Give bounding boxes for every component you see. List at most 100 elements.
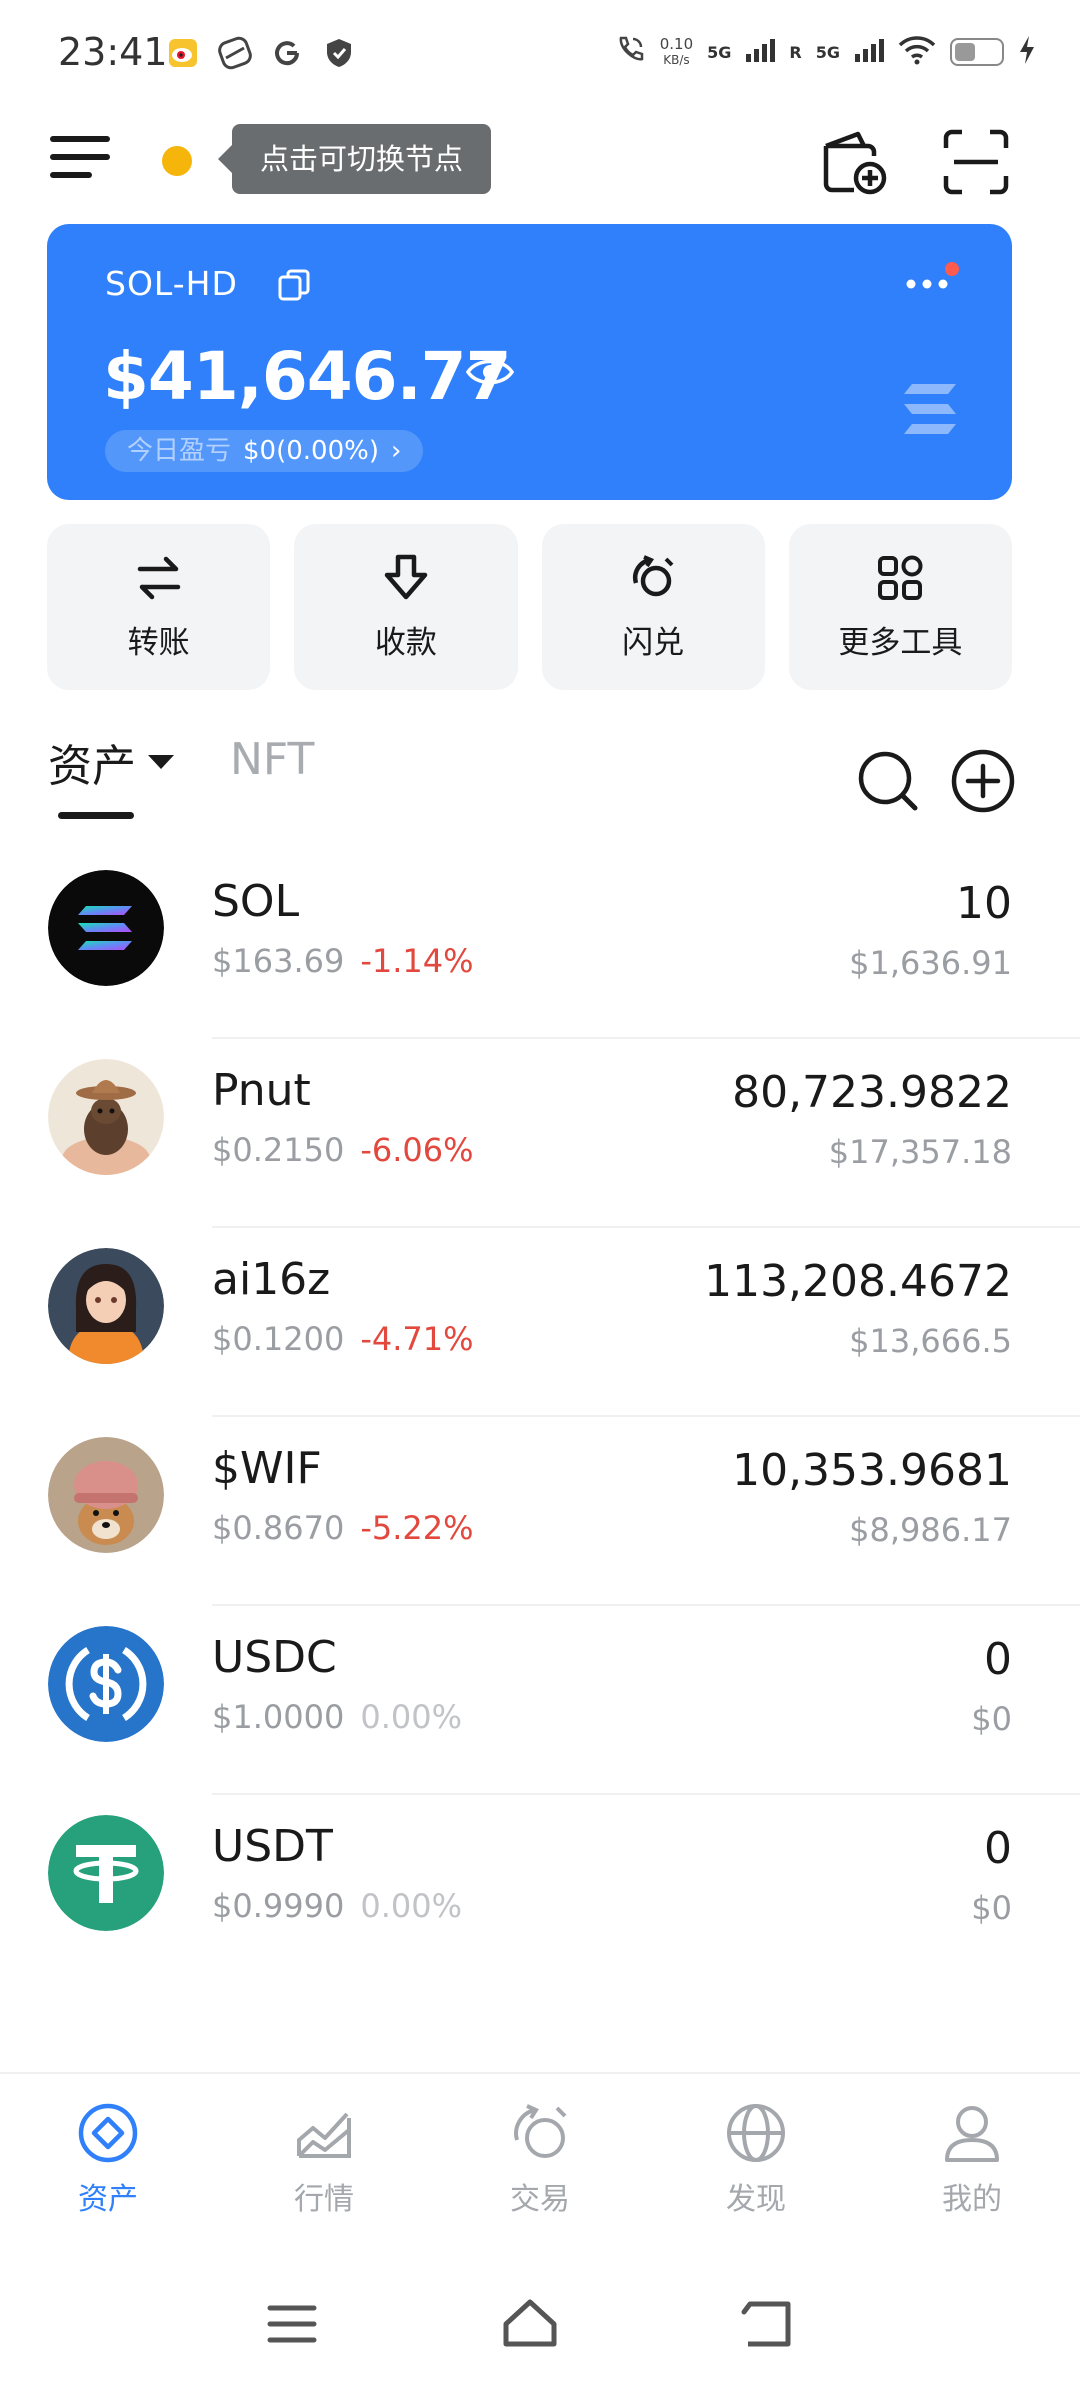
search-icon[interactable] <box>855 748 921 814</box>
daily-pnl-value: $0(0.00%) <box>243 436 379 466</box>
status-time: 23:41 <box>58 30 168 74</box>
tab-assets[interactable]: 资产 <box>48 730 174 794</box>
token-amount: 10,353.9681 <box>732 1445 1012 1496</box>
add-token-icon[interactable] <box>950 748 1016 814</box>
charging-icon <box>1018 35 1036 69</box>
token-value: $1,636.91 <box>849 944 1012 982</box>
roaming-label: R <box>789 42 802 62</box>
swap-icon <box>633 554 674 596</box>
receive-icon <box>384 554 428 599</box>
home-icon[interactable] <box>500 2294 560 2354</box>
recents-icon[interactable] <box>262 2294 322 2354</box>
sim2-label: 5G <box>815 42 840 62</box>
status-bar: 23:41 0.10 KB/s 5G R 5G <box>0 0 1080 110</box>
token-row[interactable]: USDC $1.0000 0.00% 0 $0 <box>0 1606 1080 1795</box>
net-speed: 0.10 KB/s <box>660 36 693 68</box>
scan-icon[interactable] <box>940 126 1012 198</box>
app-header: 点击可切换节点 <box>0 110 1080 220</box>
menu-icon[interactable] <box>50 136 110 192</box>
transfer-button[interactable]: 转账 <box>47 524 271 690</box>
nav-profile[interactable]: 我的 <box>864 2074 1080 2252</box>
receive-button[interactable]: 收款 <box>294 524 518 690</box>
token-symbol: Pnut <box>212 1065 311 1116</box>
notification-dot <box>945 262 959 276</box>
solana-logo <box>48 870 164 986</box>
token-amount: 80,723.9822 <box>732 1067 1012 1118</box>
wallet-name: SOL-HD <box>105 264 238 303</box>
token-value: $0 <box>971 1700 1012 1738</box>
wif-dog-logo <box>48 1437 164 1553</box>
asset-tabs: 资产 NFT <box>0 720 1080 830</box>
nav-market[interactable]: 行情 <box>216 2074 432 2252</box>
bottom-nav: 资产 行情 交易 发现 我的 <box>0 2072 1080 2252</box>
tab-nft[interactable]: NFT <box>230 734 314 785</box>
node-status-dot[interactable] <box>162 146 192 176</box>
caret-down-icon <box>148 755 174 769</box>
swap-label: 闪兑 <box>622 624 685 661</box>
nav-trade[interactable]: 交易 <box>432 2074 648 2252</box>
token-row[interactable]: SOL $163.69 -1.14% 10 $1,636.91 <box>0 850 1080 1039</box>
trade-icon <box>514 2104 567 2158</box>
shield-icon <box>322 36 356 70</box>
transfer-icon <box>137 556 180 599</box>
wifi-call-icon <box>614 34 646 70</box>
token-price: $0.9990 <box>212 1887 345 1925</box>
back-icon[interactable] <box>738 2294 798 2354</box>
wallet-card[interactable]: SOL-HD $41,646.77 今日盈亏 $0(0.00%) › <box>47 224 1012 500</box>
total-balance: $41,646.77 <box>103 338 512 415</box>
net-speed-value: 0.10 <box>659 35 694 53</box>
nav-assets-label: 资产 <box>78 2182 138 2217</box>
token-list: SOL $163.69 -1.14% 10 $1,636.91 Pnut $0.… <box>0 850 1080 1984</box>
tab-assets-label: 资产 <box>48 741 136 792</box>
signal-icon <box>745 38 776 66</box>
wifi-icon <box>898 35 936 69</box>
status-indicators: 0.10 KB/s 5G R 5G <box>614 34 1036 70</box>
token-row[interactable]: USDT $0.9990 0.00% 0 $0 <box>0 1795 1080 1984</box>
chevron-right-icon: › <box>390 436 402 466</box>
daily-pnl-pill[interactable]: 今日盈亏 $0(0.00%) › <box>105 430 424 472</box>
weibo-icon <box>166 36 200 70</box>
token-change: -6.06% <box>360 1131 474 1169</box>
more-tools-label: 更多工具 <box>838 624 963 661</box>
nav-assets[interactable]: 资产 <box>0 2074 216 2252</box>
token-amount: 113,208.4672 <box>704 1256 1012 1307</box>
token-price-info: $0.8670 -5.22% <box>212 1509 474 1547</box>
assets-icon <box>78 2103 138 2163</box>
signal-icon <box>854 38 884 66</box>
token-amount: 0 <box>984 1634 1012 1685</box>
token-price-info: $1.0000 0.00% <box>212 1698 462 1736</box>
ai16z-avatar-logo <box>48 1248 164 1364</box>
token-price-info: $0.9990 0.00% <box>212 1887 462 1925</box>
nav-market-label: 行情 <box>294 2182 354 2217</box>
token-change: -5.22% <box>360 1509 474 1547</box>
active-tab-indicator <box>58 812 134 819</box>
token-change: 0.00% <box>360 1698 462 1736</box>
system-nav-bar <box>0 2252 1080 2400</box>
token-symbol: USDT <box>212 1821 333 1872</box>
token-price: $0.8670 <box>212 1509 345 1547</box>
token-price: $1.0000 <box>212 1698 345 1736</box>
token-amount: 10 <box>956 878 1012 929</box>
nav-discover[interactable]: 发现 <box>648 2074 864 2252</box>
more-tools-button[interactable]: 更多工具 <box>788 524 1012 690</box>
status-app-icons <box>166 36 356 70</box>
wallet-add-icon[interactable] <box>818 126 890 198</box>
daily-pnl-label: 今日盈亏 <box>127 436 232 466</box>
token-price: $0.2150 <box>212 1131 345 1169</box>
token-row[interactable]: Pnut $0.2150 -6.06% 80,723.9822 $17,357.… <box>0 1039 1080 1228</box>
copy-icon[interactable] <box>277 268 311 302</box>
nav-trade-label: 交易 <box>510 2182 570 2217</box>
token-value: $13,666.5 <box>849 1322 1012 1360</box>
eye-icon[interactable] <box>465 352 515 392</box>
node-switch-tooltip[interactable]: 点击可切换节点 <box>217 124 492 194</box>
token-symbol: ai16z <box>212 1254 331 1305</box>
token-row[interactable]: $WIF $0.8670 -5.22% 10,353.9681 $8,986.1… <box>0 1417 1080 1606</box>
swap-button[interactable]: 闪兑 <box>541 524 765 690</box>
net-speed-unit: KB/s <box>663 53 690 67</box>
token-row[interactable]: ai16z $0.1200 -4.71% 113,208.4672 $13,66… <box>0 1228 1080 1417</box>
token-symbol: USDC <box>212 1632 337 1683</box>
market-chart-icon <box>297 2112 351 2158</box>
token-value: $17,357.18 <box>828 1133 1012 1171</box>
token-price-info: $0.1200 -4.71% <box>212 1320 474 1358</box>
token-amount: 0 <box>984 1823 1012 1874</box>
